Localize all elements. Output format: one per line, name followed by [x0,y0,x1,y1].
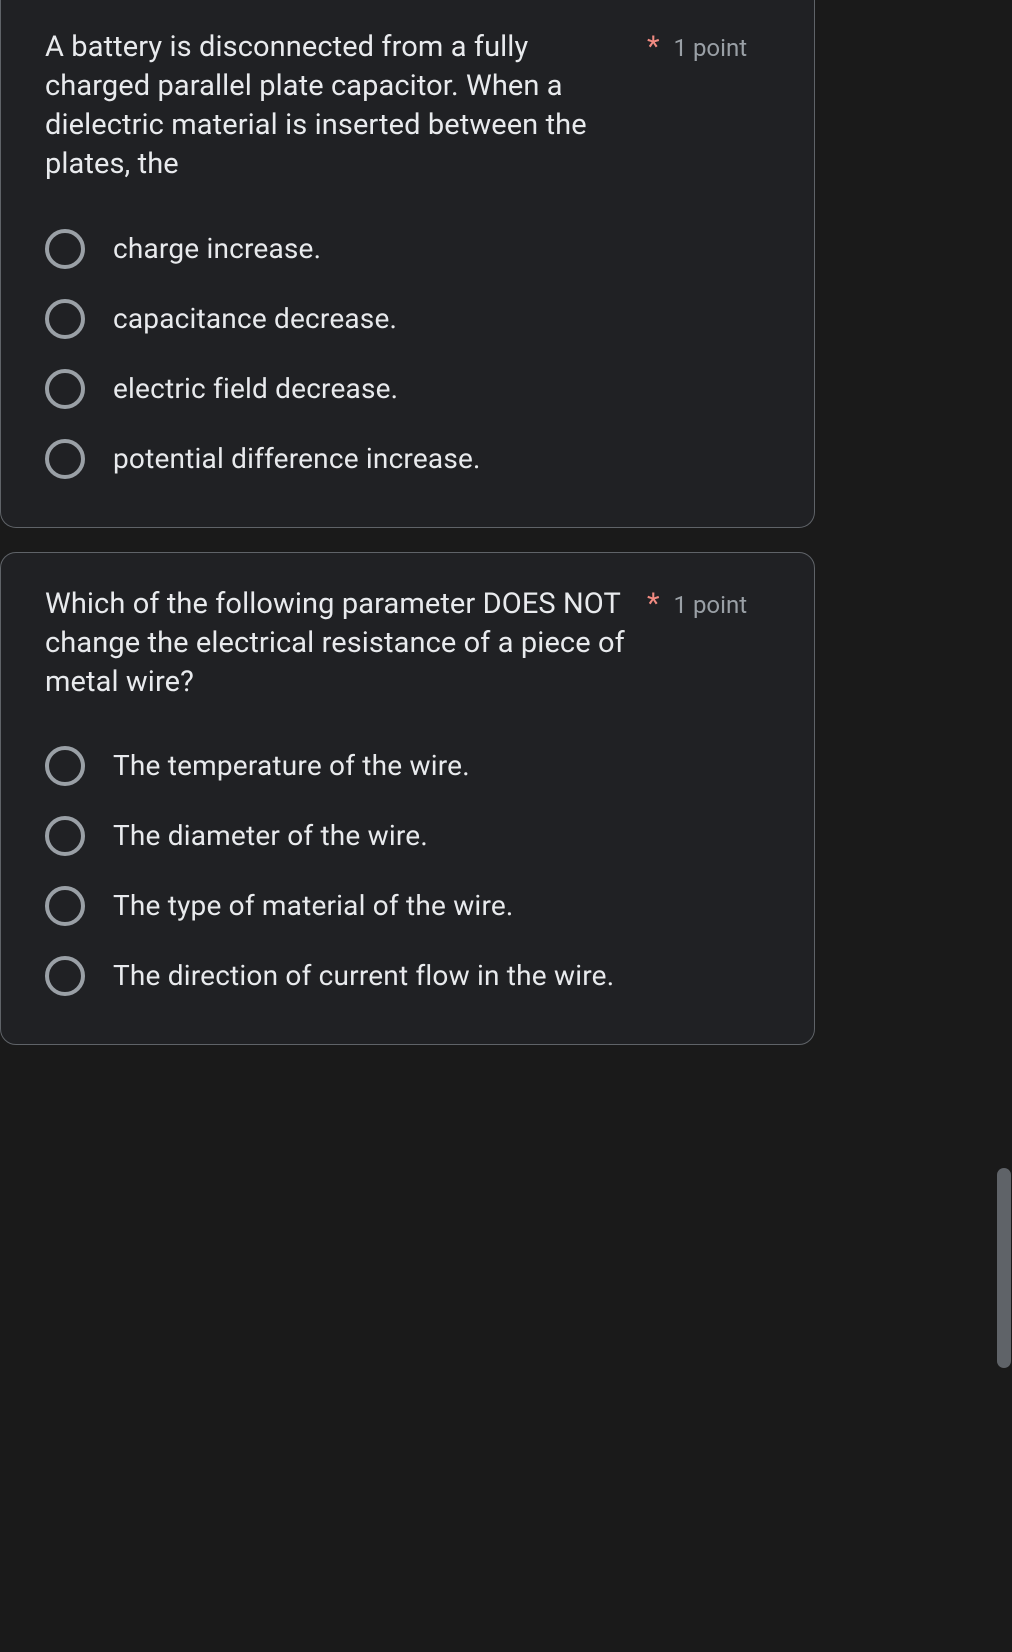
option-label: capacitance decrease. [113,302,397,335]
question-points: 1 point [674,28,748,66]
question-text: A battery is disconnected from a fully c… [45,28,635,185]
radio-option[interactable]: The direction of current flow in the wir… [45,956,774,996]
options-group: The temperature of the wire. The diamete… [45,746,774,996]
option-label: charge increase. [113,232,321,265]
radio-option[interactable]: The temperature of the wire. [45,746,774,786]
options-group: charge increase. capacitance decrease. e… [45,229,774,479]
radio-icon [45,816,85,856]
option-label: The temperature of the wire. [113,749,470,782]
radio-option[interactable]: electric field decrease. [45,369,774,409]
option-label: potential difference increase. [113,442,481,475]
radio-icon [45,746,85,786]
form-viewport: A battery is disconnected from a fully c… [0,0,1012,1045]
question-text: Which of the following parameter DOES NO… [45,585,635,702]
radio-icon [45,299,85,339]
question-header: A battery is disconnected from a fully c… [45,28,774,185]
option-label: The diameter of the wire. [113,819,428,852]
required-asterisk: * [647,28,660,67]
question-card: Which of the following parameter DOES NO… [0,552,815,1045]
question-points: 1 point [674,585,748,623]
radio-icon [45,369,85,409]
radio-icon [45,886,85,926]
radio-option[interactable]: The diameter of the wire. [45,816,774,856]
option-label: electric field decrease. [113,372,398,405]
radio-icon [45,229,85,269]
radio-icon [45,956,85,996]
scrollbar-thumb[interactable] [997,1168,1011,1368]
radio-option[interactable]: potential difference increase. [45,439,774,479]
option-label: The direction of current flow in the wir… [113,959,614,992]
question-card: A battery is disconnected from a fully c… [0,0,815,528]
option-label: The type of material of the wire. [113,889,514,922]
radio-icon [45,439,85,479]
radio-option[interactable]: capacitance decrease. [45,299,774,339]
required-asterisk: * [647,585,660,624]
question-header: Which of the following parameter DOES NO… [45,585,774,702]
radio-option[interactable]: The type of material of the wire. [45,886,774,926]
radio-option[interactable]: charge increase. [45,229,774,269]
